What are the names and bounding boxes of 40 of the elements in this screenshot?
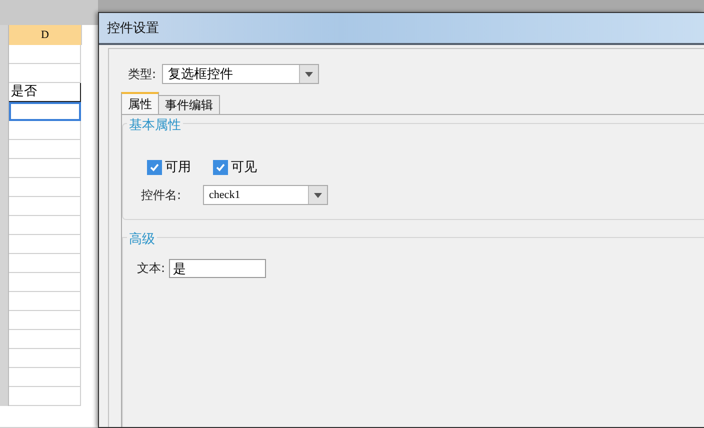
- checkbox-label: 可用: [165, 159, 191, 176]
- caret-icon: [299, 65, 318, 83]
- tab[interactable]: 事件编辑: [158, 95, 220, 114]
- group-title: 高级: [127, 230, 157, 248]
- window-title: 控件设置: [107, 20, 159, 37]
- checkbox[interactable]: [147, 160, 162, 174]
- table-cell: [9, 178, 81, 197]
- table-cell: [9, 273, 81, 292]
- text-label: 文本:: [137, 260, 166, 277]
- column-header[interactable]: D: [9, 25, 82, 45]
- row-header[interactable]: [0, 387, 9, 406]
- text-field[interactable]: 是: [169, 259, 266, 278]
- name-dropdown[interactable]: check1: [203, 185, 328, 205]
- table-cell: [9, 121, 81, 140]
- checkbox-label: 可见: [231, 159, 257, 176]
- table-cell: [9, 311, 81, 330]
- type-label: 类型:: [128, 66, 156, 82]
- table-cell: [9, 292, 81, 311]
- corner-header: [0, 25, 9, 45]
- table-cell: [9, 368, 81, 387]
- table-cell: [9, 197, 81, 216]
- group-title: 基本属性: [127, 116, 183, 134]
- check-icon: [149, 162, 160, 172]
- table-cell: 是否: [9, 83, 81, 102]
- table-cell: [9, 140, 81, 159]
- table-cell: [9, 64, 81, 83]
- table-cell: [9, 216, 81, 235]
- checkbox[interactable]: [213, 160, 228, 174]
- check-icon: [215, 162, 226, 172]
- name-label: 控件名:: [141, 186, 182, 204]
- table-cell: [9, 387, 81, 406]
- table-cell: [9, 330, 81, 349]
- table-cell: [9, 45, 81, 64]
- table-cell: [9, 159, 81, 178]
- caret-icon: [308, 186, 328, 204]
- table-cell: [9, 254, 81, 273]
- table-cell: [9, 349, 81, 368]
- table-cell: [9, 235, 81, 254]
- tab[interactable]: 属性: [121, 92, 159, 114]
- type-dropdown[interactable]: 复选框控件: [162, 64, 320, 84]
